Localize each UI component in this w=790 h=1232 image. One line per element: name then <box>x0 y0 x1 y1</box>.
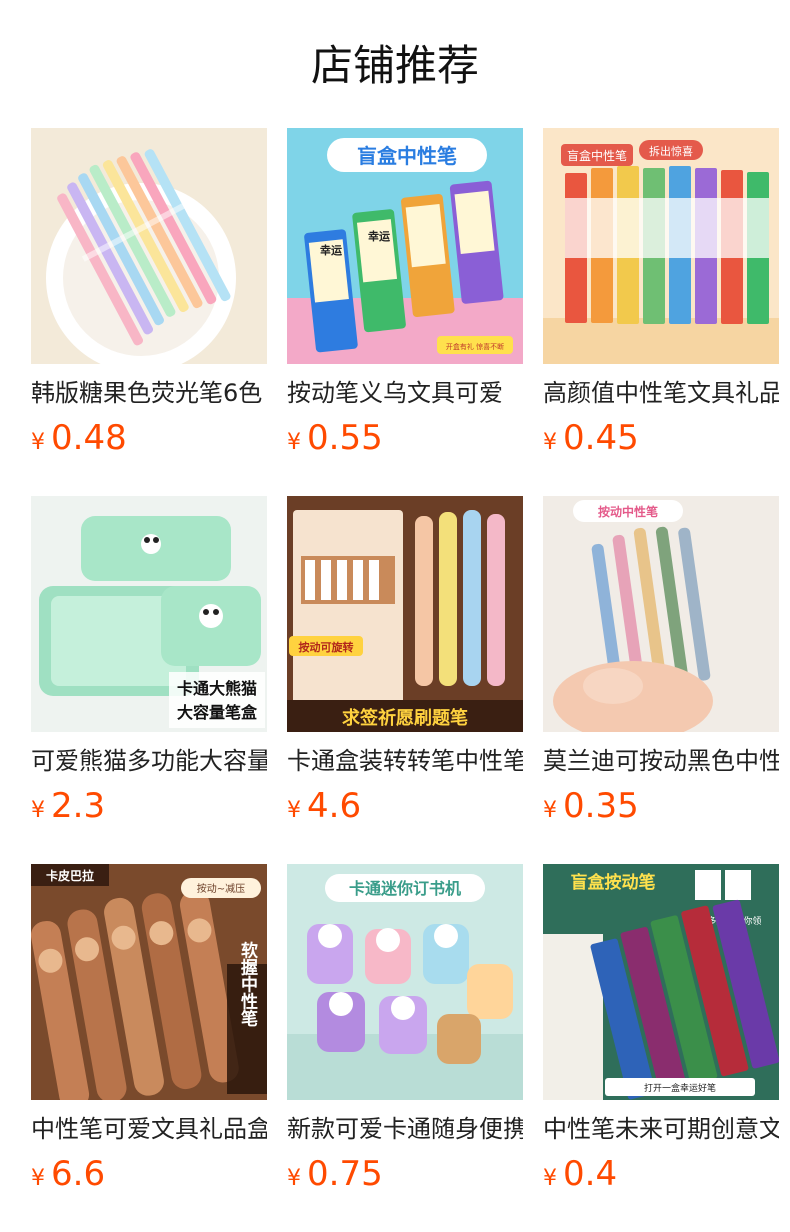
product-name[interactable]: 按动笔义乌文具可爱 <box>287 376 523 410</box>
product-card[interactable]: 盲盒按动笔 N多款式等你领 打开一盒幸运好笔 中性笔未来可期创意文具 ¥0.4 <box>543 864 779 1204</box>
overlay-text: 大容量笔盒 <box>177 703 258 722</box>
overlay-text: 卡皮巴拉 <box>46 868 94 883</box>
overlay-text: 盲盒中性笔 <box>357 144 457 168</box>
product-card[interactable]: 按动可旋转 求签祈愿刷题笔 卡通盒装转转笔中性笔 ¥4.6 <box>287 496 523 836</box>
product-name[interactable]: 莫兰迪可按动黑色中性笔 <box>543 744 779 778</box>
product-card[interactable]: 韩版糖果色荧光笔6色 ¥0.48 <box>31 128 267 468</box>
overlay-text: 幸运 <box>368 229 390 243</box>
overlay-text: 按动可旋转 <box>299 640 354 654</box>
overlay-text: 盲盒按动笔 <box>571 872 656 893</box>
product-card[interactable]: 盲盒中性笔 拆出惊喜 高颜值中性笔文具礼品 ¥0.45 <box>543 128 779 468</box>
product-name[interactable]: 卡通盒装转转笔中性笔 <box>287 744 523 778</box>
currency-symbol: ¥ <box>31 798 45 823</box>
overlay-text: 软握中性笔 <box>237 940 258 1027</box>
product-image[interactable]: 盲盒按动笔 N多款式等你领 打开一盒幸运好笔 <box>543 864 779 1100</box>
section-title: 店铺推荐 <box>310 41 479 90</box>
product-image[interactable]: 卡皮巴拉 按动~减压 软握中性笔 <box>31 864 267 1100</box>
currency-symbol: ¥ <box>287 430 301 455</box>
product-name[interactable]: 中性笔未来可期创意文具 <box>543 1112 779 1146</box>
product-price: ¥0.48 <box>31 416 267 460</box>
currency-symbol: ¥ <box>543 1166 557 1191</box>
currency-symbol: ¥ <box>31 1166 45 1191</box>
currency-symbol: ¥ <box>287 1166 301 1191</box>
product-name[interactable]: 可爱熊猫多功能大容量 <box>31 744 267 778</box>
price-value: 0.75 <box>307 1154 383 1194</box>
product-image[interactable] <box>31 128 267 364</box>
product-name[interactable]: 高颜值中性笔文具礼品 <box>543 376 779 410</box>
currency-symbol: ¥ <box>31 430 45 455</box>
product-price: ¥0.55 <box>287 416 523 460</box>
product-card[interactable]: 盲盒中性笔 幸运 幸运 开盒有礼 惊喜不断 按动笔义乌文具可爱 ¥0.55 <box>287 128 523 468</box>
product-price: ¥6.6 <box>31 1152 267 1196</box>
product-price: ¥4.6 <box>287 784 523 828</box>
price-value: 4.6 <box>307 786 362 826</box>
price-value: 0.55 <box>307 418 383 458</box>
product-name[interactable]: 中性笔可爱文具礼品盒 <box>31 1112 267 1146</box>
currency-symbol: ¥ <box>543 798 557 823</box>
price-value: 0.45 <box>563 418 639 458</box>
product-card[interactable]: 卡通大熊猫 大容量笔盒 可爱熊猫多功能大容量 ¥2.3 <box>31 496 267 836</box>
product-image[interactable]: 卡通大熊猫 大容量笔盒 <box>31 496 267 732</box>
product-image[interactable]: 盲盒中性笔 幸运 幸运 开盒有礼 惊喜不断 <box>287 128 523 364</box>
product-card[interactable]: 按动中性笔 莫兰迪可按动黑色中性笔 ¥0.35 <box>543 496 779 836</box>
product-card[interactable]: 卡皮巴拉 按动~减压 软握中性笔 中性笔可爱文具礼品盒 ¥6.6 <box>31 864 267 1204</box>
product-image[interactable]: 按动可旋转 求签祈愿刷题笔 <box>287 496 523 732</box>
product-price: ¥0.4 <box>543 1152 779 1196</box>
currency-symbol: ¥ <box>543 430 557 455</box>
product-price: ¥0.75 <box>287 1152 523 1196</box>
currency-symbol: ¥ <box>287 798 301 823</box>
product-price: ¥0.45 <box>543 416 779 460</box>
product-name[interactable]: 新款可爱卡通随身便携 <box>287 1112 523 1146</box>
product-image[interactable]: 卡通迷你订书机 <box>287 864 523 1100</box>
product-image[interactable]: 按动中性笔 <box>543 496 779 732</box>
product-card[interactable]: 卡通迷你订书机 新款可爱卡通随身便携 ¥0.75 <box>287 864 523 1204</box>
overlay-text: 求签祈愿刷题笔 <box>342 707 468 729</box>
price-value: 0.4 <box>563 1154 618 1194</box>
price-value: 2.3 <box>51 786 106 826</box>
price-value: 6.6 <box>51 1154 106 1194</box>
product-name[interactable]: 韩版糖果色荧光笔6色 <box>31 376 267 410</box>
overlay-text: 按动中性笔 <box>598 504 658 519</box>
product-image[interactable]: 盲盒中性笔 拆出惊喜 <box>543 128 779 364</box>
overlay-text: 盲盒中性笔 <box>567 148 627 163</box>
overlay-text: 拆出惊喜 <box>649 144 693 158</box>
overlay-text: 开盒有礼 惊喜不断 <box>446 342 504 351</box>
overlay-text: 打开一盒幸运好笔 <box>644 1082 716 1094</box>
overlay-text: 卡通大熊猫 <box>177 679 257 698</box>
product-price: ¥0.35 <box>543 784 779 828</box>
price-value: 0.35 <box>563 786 639 826</box>
overlay-text: 幸运 <box>320 243 342 257</box>
overlay-text: 卡通迷你订书机 <box>349 879 461 898</box>
overlay-text: 按动~减压 <box>197 882 245 895</box>
price-value: 0.48 <box>51 418 127 458</box>
product-price: ¥2.3 <box>31 784 267 828</box>
